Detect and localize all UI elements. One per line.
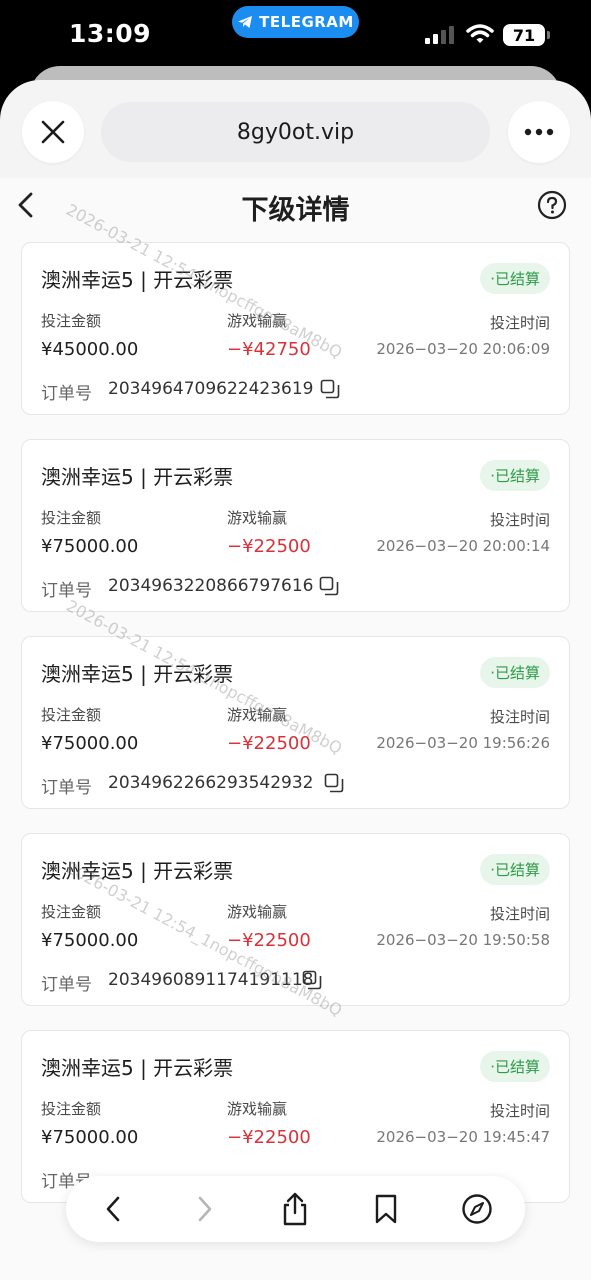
browser-sheet: 8gy0ot.vip 下级详情 澳洲幸运5 | 开云彩票 ·已结算 投注金额 游…: [0, 80, 591, 1280]
card-title: 澳洲幸运5 | 开云彩票: [41, 465, 234, 489]
help-icon[interactable]: [537, 190, 567, 220]
copy-icon[interactable]: [302, 970, 322, 990]
game-result-label: 游戏输赢: [227, 312, 288, 330]
more-icon: [524, 128, 554, 136]
status-badge: ·已结算: [480, 263, 550, 294]
bet-amount-label: 投注金额: [41, 903, 102, 921]
bet-time-value: 2026−03−20 19:50:58: [376, 931, 550, 949]
order-card[interactable]: 澳洲幸运5 | 开云彩票 ·已结算 投注金额 游戏输赢 投注时间 ¥45000.…: [21, 242, 570, 415]
order-card[interactable]: 澳洲幸运5 | 开云彩票 ·已结算 投注金额 游戏输赢 投注时间 ¥75000.…: [21, 439, 570, 612]
copy-icon[interactable]: [320, 379, 340, 399]
bet-time-value: 2026−03−20 19:56:26: [376, 734, 550, 752]
battery-indicator: 71: [503, 24, 550, 46]
telegram-return-pill[interactable]: TELEGRAM: [232, 6, 359, 38]
compass-button[interactable]: [457, 1189, 497, 1229]
card-title: 澳洲幸运5 | 开云彩票: [41, 662, 234, 686]
bet-time-label: 投注时间: [489, 708, 550, 726]
back-button[interactable]: [94, 1189, 134, 1229]
order-card[interactable]: 澳洲幸运5 | 开云彩票 ·已结算 投注金额 游戏输赢 投注时间 ¥75000.…: [21, 833, 570, 1006]
game-result-label: 游戏输赢: [227, 903, 288, 921]
order-no-value: 2034962266293542932: [108, 773, 314, 793]
order-no-value: 2034964709622423619: [108, 379, 314, 399]
bet-time-label: 投注时间: [489, 1102, 550, 1120]
bet-amount-value: ¥75000.00: [41, 536, 139, 557]
wifi-icon: [466, 24, 494, 43]
order-no-label: 订单号: [41, 384, 92, 404]
share-icon: [283, 1192, 307, 1226]
order-no-value: 2034960891174191118: [108, 970, 314, 990]
telegram-label: TELEGRAM: [259, 13, 354, 31]
card-title: 澳洲幸运5 | 开云彩票: [41, 268, 234, 292]
copy-icon[interactable]: [324, 773, 344, 793]
page-title: 下级详情: [241, 195, 350, 226]
cellular-signal-icon: [425, 26, 454, 44]
share-button[interactable]: [275, 1189, 315, 1229]
status-badge: ·已结算: [480, 460, 550, 491]
bet-time-value: 2026−03−20 20:00:14: [376, 537, 550, 555]
bet-amount-label: 投注金额: [41, 706, 102, 724]
bet-amount-label: 投注金额: [41, 1100, 102, 1118]
bet-time-label: 投注时间: [489, 314, 550, 332]
battery-level: 71: [512, 25, 536, 45]
page-content: 下级详情 澳洲幸运5 | 开云彩票 ·已结算 投注金额 游戏输赢 投注时间 ¥4…: [0, 178, 591, 1280]
bet-time-label: 投注时间: [489, 905, 550, 923]
game-result-value: −¥42750: [227, 339, 311, 360]
bookmarks-icon: [375, 1194, 397, 1224]
url-bar[interactable]: 8gy0ot.vip: [101, 102, 490, 162]
forward-button[interactable]: [184, 1189, 224, 1229]
status-badge: ·已结算: [480, 854, 550, 885]
status-badge: ·已结算: [480, 1051, 550, 1082]
bet-amount-value: ¥45000.00: [41, 339, 139, 360]
status-time: 13:09: [69, 19, 152, 48]
game-result-label: 游戏输赢: [227, 509, 288, 527]
bet-amount-label: 投注金额: [41, 509, 102, 527]
bet-time-value: 2026−03−20 19:45:47: [376, 1128, 550, 1146]
browser-toolbar: [66, 1176, 525, 1242]
status-badge: ·已结算: [480, 657, 550, 688]
telegram-icon: [238, 16, 253, 28]
compass-icon: [462, 1194, 492, 1224]
bet-amount-value: ¥75000.00: [41, 733, 139, 754]
order-card[interactable]: 澳洲幸运5 | 开云彩票 ·已结算 投注金额 游戏输赢 投注时间 ¥75000.…: [21, 636, 570, 809]
order-no-label: 订单号: [41, 581, 92, 601]
close-icon: [41, 120, 65, 144]
game-result-value: −¥22500: [227, 930, 311, 951]
bet-amount-value: ¥75000.00: [41, 930, 139, 951]
url-text: 8gy0ot.vip: [236, 119, 355, 145]
bet-amount-value: ¥75000.00: [41, 1127, 139, 1148]
order-no-label: 订单号: [41, 778, 92, 798]
more-button[interactable]: [508, 101, 570, 163]
card-title: 澳洲幸运5 | 开云彩票: [41, 1056, 234, 1080]
back-arrow-icon: [106, 1196, 120, 1222]
game-result-label: 游戏输赢: [227, 1100, 288, 1118]
close-button[interactable]: [22, 101, 84, 163]
bet-amount-label: 投注金额: [41, 312, 102, 330]
bet-time-label: 投注时间: [489, 511, 550, 529]
bookmarks-button[interactable]: [366, 1189, 406, 1229]
order-no-label: 订单号: [41, 975, 92, 995]
card-title: 澳洲幸运5 | 开云彩票: [41, 859, 234, 883]
copy-icon[interactable]: [319, 576, 339, 596]
status-bar: 13:09 TELEGRAM 71: [0, 0, 591, 66]
forward-icon: [198, 1196, 212, 1222]
order-no-value: 2034963220866797616: [108, 576, 314, 596]
game-result-value: −¥22500: [227, 733, 311, 754]
game-result-value: −¥22500: [227, 536, 311, 557]
game-result-value: −¥22500: [227, 1127, 311, 1148]
game-result-label: 游戏输赢: [227, 706, 288, 724]
bet-time-value: 2026−03−20 20:06:09: [376, 340, 550, 358]
